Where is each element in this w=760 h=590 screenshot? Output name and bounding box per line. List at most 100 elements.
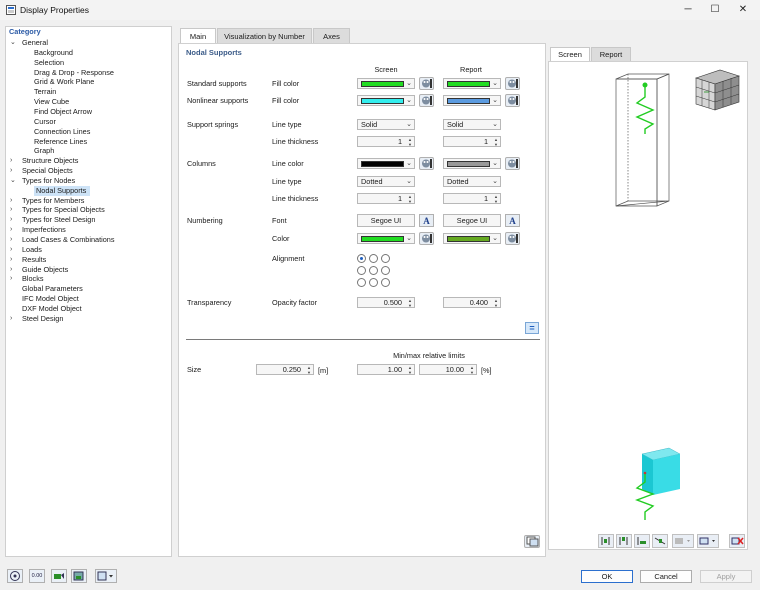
numbering-report-palette-button[interactable] [505, 232, 520, 245]
chevron-right-icon[interactable]: › [10, 265, 12, 275]
tree-item[interactable]: View Cube [34, 97, 69, 107]
numbering-report-color-picker[interactable]: ⌄ [443, 233, 501, 244]
tree-item[interactable]: IFC Model Object [22, 294, 79, 304]
alignment-radio[interactable] [381, 266, 390, 275]
standard-report-color-picker[interactable]: ⌄ [443, 78, 501, 89]
springs-screen-line-type-select[interactable]: Solid ⌄ [357, 119, 415, 130]
tree-item[interactable]: Drag & Drop - Response [34, 68, 114, 78]
numbering-report-font-field[interactable]: Segoe UI [443, 214, 501, 227]
tree-item[interactable]: Blocks [22, 274, 44, 284]
spin-arrows-icon[interactable]: ▲ ▼ [494, 137, 498, 147]
numbering-screen-font-field[interactable]: Segoe UI [357, 214, 415, 227]
spin-arrows-icon[interactable]: ▲ ▼ [408, 365, 412, 375]
columns-screen-line-type-select[interactable]: Dotted ⌄ [357, 176, 415, 187]
columns-report-palette-button[interactable] [505, 157, 520, 170]
columns-report-line-type-select[interactable]: Dotted ⌄ [443, 176, 501, 187]
standard-screen-color-picker[interactable]: ⌄ [357, 78, 415, 89]
columns-report-thickness-spinner[interactable]: 1 ▲ ▼ [443, 193, 501, 204]
nonlinear-screen-palette-button[interactable] [419, 94, 434, 107]
chevron-right-icon[interactable]: › [10, 314, 12, 324]
tree-item[interactable]: Graph [34, 146, 54, 156]
alignment-radio[interactable] [381, 254, 390, 263]
alignment-radio[interactable] [357, 278, 366, 287]
tree-item[interactable]: General [22, 38, 48, 48]
springs-report-thickness-spinner[interactable]: 1 ▲ ▼ [443, 136, 501, 147]
tree-item[interactable]: Nodal Supports [34, 185, 91, 196]
view-option-4-icon[interactable] [652, 534, 668, 548]
save-settings-icon[interactable] [71, 569, 87, 583]
nonlinear-screen-color-picker[interactable]: ⌄ [357, 95, 415, 106]
tree-item[interactable]: Imperfections [22, 225, 66, 235]
tree-item[interactable]: Loads [22, 245, 42, 255]
help-icon[interactable] [7, 569, 23, 583]
alignment-radio[interactable] [369, 278, 378, 287]
spin-arrows-icon[interactable]: ▲ ▼ [408, 194, 412, 204]
tree-item[interactable]: Results [22, 255, 46, 265]
view-option-2-icon[interactable] [616, 534, 632, 548]
tree-item[interactable]: Types for Nodes [22, 176, 75, 186]
min-limit-spinner[interactable]: 1.00 ▲ ▼ [357, 364, 415, 375]
tree-item[interactable]: Load Cases & Combinations [22, 235, 114, 245]
defaults-button[interactable] [524, 535, 540, 548]
view-option-1-icon[interactable] [598, 534, 614, 548]
alignment-radio[interactable] [381, 278, 390, 287]
numbering-screen-color-picker[interactable]: ⌄ [357, 233, 415, 244]
spin-arrows-icon[interactable]: ▲ ▼ [494, 194, 498, 204]
chevron-right-icon[interactable]: › [10, 166, 12, 176]
chevron-right-icon[interactable]: › [10, 215, 12, 225]
tree-item[interactable]: Types for Members [22, 196, 84, 206]
tree-item[interactable]: Background [34, 48, 73, 58]
alignment-radio[interactable] [357, 266, 366, 275]
alignment-radio[interactable] [369, 266, 378, 275]
tree-item[interactable]: Types for Steel Design [22, 215, 95, 225]
tree-item[interactable]: Connection Lines [34, 127, 90, 137]
columns-report-color-picker[interactable]: ⌄ [443, 158, 501, 169]
spin-arrows-icon[interactable]: ▲ ▼ [408, 137, 412, 147]
columns-screen-color-picker[interactable]: ⌄ [357, 158, 415, 169]
chevron-down-icon[interactable]: ⌄ [10, 176, 16, 186]
spin-arrows-icon[interactable]: ▲ ▼ [307, 365, 311, 375]
tree-item[interactable]: Global Parameters [22, 284, 83, 294]
preview-tab-report[interactable]: Report [591, 47, 631, 61]
view-cube-icon[interactable] [695, 69, 740, 111]
tree-item[interactable]: Guide Objects [22, 265, 68, 275]
tab-axes[interactable]: Axes [313, 28, 350, 43]
tree-item[interactable]: Steel Design [22, 314, 63, 324]
minimize-button[interactable]: ─ [676, 2, 700, 18]
chevron-right-icon[interactable]: › [10, 156, 12, 166]
tab-visualization-by-number[interactable]: Visualization by Number [217, 28, 312, 43]
spin-arrows-icon[interactable]: ▲ ▼ [470, 365, 474, 375]
tree-item[interactable]: Grid & Work Plane [34, 77, 94, 87]
more-options-dropdown[interactable] [95, 569, 117, 583]
tree-item[interactable]: Special Objects [22, 166, 73, 176]
spin-arrows-icon[interactable]: ▲ ▼ [494, 298, 498, 308]
reset-view-icon[interactable] [729, 534, 745, 548]
opacity-screen-spinner[interactable]: 0.500 ▲ ▼ [357, 297, 415, 308]
numbering-screen-palette-button[interactable] [419, 232, 434, 245]
display-settings-icon[interactable] [51, 569, 67, 583]
chevron-right-icon[interactable]: › [10, 196, 12, 206]
tree-item[interactable]: Reference Lines [34, 137, 87, 147]
standard-screen-palette-button[interactable] [419, 77, 434, 90]
alignment-radio[interactable] [369, 254, 378, 263]
ok-button[interactable]: OK [581, 570, 633, 583]
chevron-right-icon[interactable]: › [10, 235, 12, 245]
tree-item[interactable]: Cursor [34, 117, 56, 127]
chevron-right-icon[interactable]: › [10, 225, 12, 235]
size-spinner[interactable]: 0.250 ▲ ▼ [256, 364, 314, 375]
spin-arrows-icon[interactable]: ▲ ▼ [408, 298, 412, 308]
tree-item[interactable]: Selection [34, 58, 64, 68]
chevron-down-icon[interactable]: ⌄ [10, 38, 16, 48]
report-font-picker-icon[interactable]: A [505, 214, 520, 227]
chevron-right-icon[interactable]: › [10, 205, 12, 215]
tree-item[interactable]: Find Object Arrow [34, 107, 92, 117]
cancel-button[interactable]: Cancel [640, 570, 692, 583]
apply-button[interactable]: Apply [700, 570, 752, 583]
preview-tab-screen[interactable]: Screen [550, 47, 590, 62]
chevron-right-icon[interactable]: › [10, 245, 12, 255]
tree-item[interactable]: Types for Special Objects [22, 205, 105, 215]
close-button[interactable]: ✕ [731, 2, 755, 18]
tree-item[interactable]: DXF Model Object [22, 304, 82, 314]
max-limit-spinner[interactable]: 10.00 ▲ ▼ [419, 364, 477, 375]
springs-screen-thickness-spinner[interactable]: 1 ▲ ▼ [357, 136, 415, 147]
